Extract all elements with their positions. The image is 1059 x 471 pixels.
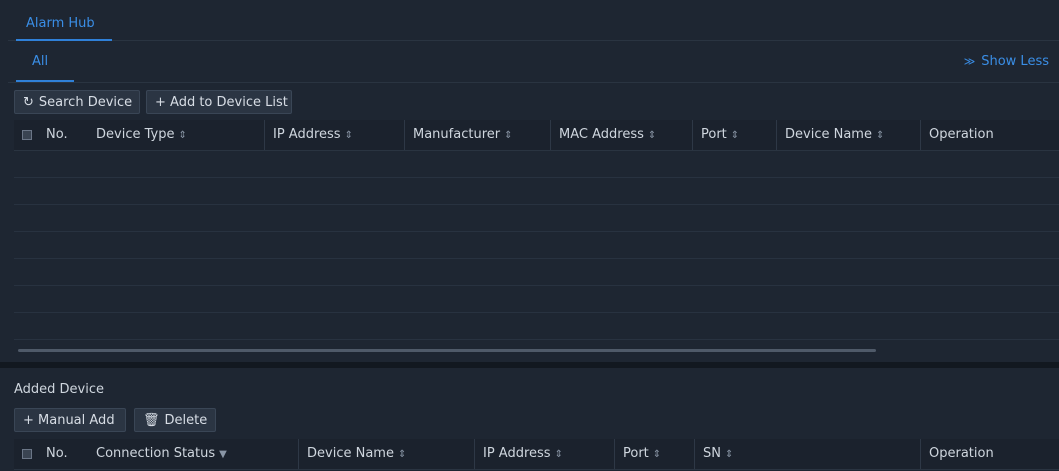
- table-row: [14, 204, 1059, 205]
- sort-icon: ⇕: [652, 449, 662, 460]
- add-to-device-list-label: + Add to Device List: [155, 95, 288, 110]
- col-device-name[interactable]: Device Name ⇕: [776, 120, 884, 150]
- col-port[interactable]: Port ⇕: [614, 439, 661, 469]
- show-less-button[interactable]: ≫ Show Less: [964, 54, 1049, 69]
- tab-active-indicator: [16, 39, 112, 41]
- col-no: No.: [46, 446, 68, 461]
- subtab-all[interactable]: All: [32, 54, 48, 69]
- col-port-label: Port: [623, 446, 649, 461]
- horizontal-scrollbar[interactable]: [14, 346, 1059, 354]
- col-ip-address-label: IP Address: [483, 446, 551, 461]
- trash-icon: 🗑: [143, 413, 160, 428]
- manual-add-button[interactable]: + Manual Add: [14, 408, 126, 432]
- col-mac-address[interactable]: MAC Address ⇕: [550, 120, 656, 150]
- sort-icon: ⇕: [178, 130, 187, 141]
- sort-icon: ⇕: [724, 449, 734, 460]
- col-operation: Operation: [920, 120, 994, 150]
- search-device-button[interactable]: ↻ Search Device: [14, 90, 140, 114]
- col-mac-address-label: MAC Address: [559, 127, 644, 142]
- scrollbar-thumb[interactable]: [18, 349, 876, 352]
- sort-icon: ⇕: [875, 130, 885, 141]
- sort-icon: ⇕: [344, 130, 353, 141]
- col-connection-status-label: Connection Status: [96, 446, 216, 461]
- col-device-name-label: Device Name: [307, 446, 394, 461]
- select-all-added-checkbox[interactable]: [22, 449, 32, 459]
- search-device-label: Search Device: [38, 95, 133, 110]
- col-ip-address[interactable]: IP Address ⇕: [474, 439, 563, 469]
- col-port[interactable]: Port ⇕: [692, 120, 739, 150]
- col-ip-address-label: IP Address: [273, 127, 341, 142]
- sort-icon: ⇕: [730, 130, 740, 141]
- select-all-checkbox[interactable]: [22, 130, 32, 140]
- subtab-active-indicator: [16, 80, 74, 82]
- sort-icon: ⇕: [554, 449, 563, 460]
- added-device-title: Added Device: [14, 382, 105, 397]
- sub-tab-bar: All ≫ Show Less: [8, 44, 1059, 83]
- table-row: [14, 339, 1059, 340]
- col-device-name[interactable]: Device Name ⇕: [298, 439, 406, 469]
- show-less-label: Show Less: [981, 54, 1049, 69]
- col-device-name-label: Device Name: [785, 127, 872, 142]
- col-port-label: Port: [701, 127, 727, 142]
- table-row: [14, 177, 1059, 178]
- delete-label: Delete: [164, 413, 208, 428]
- col-connection-status[interactable]: Connection Status ▼: [96, 439, 227, 469]
- section-divider: [0, 362, 1059, 368]
- col-sn-label: SN: [703, 446, 721, 461]
- sort-icon: ⇕: [504, 130, 513, 141]
- table-row: [14, 285, 1059, 286]
- col-sn[interactable]: SN ⇕: [694, 439, 733, 469]
- sort-icon: ⇕: [397, 449, 407, 460]
- table-row: [14, 258, 1059, 259]
- double-chevron-up-icon: ≫: [963, 55, 976, 68]
- col-ip-address[interactable]: IP Address ⇕: [264, 120, 353, 150]
- search-table-header: No. Device Type ⇕ IP Address ⇕ Manufacture…: [14, 120, 1059, 151]
- add-to-device-list-button[interactable]: + Add to Device List: [146, 90, 292, 114]
- delete-button[interactable]: 🗑 Delete: [134, 408, 216, 432]
- table-row: [14, 312, 1059, 313]
- filter-icon[interactable]: ▼: [219, 449, 227, 460]
- table-row: [14, 231, 1059, 232]
- added-table-header: No. Connection Status ▼ Device Name ⇕ IP A…: [14, 439, 1059, 470]
- refresh-icon: ↻: [23, 95, 34, 110]
- col-operation: Operation: [920, 439, 994, 469]
- col-device-type-label: Device Type: [96, 127, 175, 142]
- col-device-type[interactable]: Device Type ⇕: [96, 120, 187, 150]
- sort-icon: ⇕: [647, 130, 657, 141]
- col-manufacturer-label: Manufacturer: [413, 127, 501, 142]
- manual-add-label: + Manual Add: [23, 413, 115, 428]
- col-manufacturer[interactable]: Manufacturer ⇕: [404, 120, 512, 150]
- col-no: No.: [46, 127, 68, 142]
- top-tab-bar: Alarm Hub: [8, 8, 1059, 41]
- tab-alarm-hub[interactable]: Alarm Hub: [26, 8, 95, 40]
